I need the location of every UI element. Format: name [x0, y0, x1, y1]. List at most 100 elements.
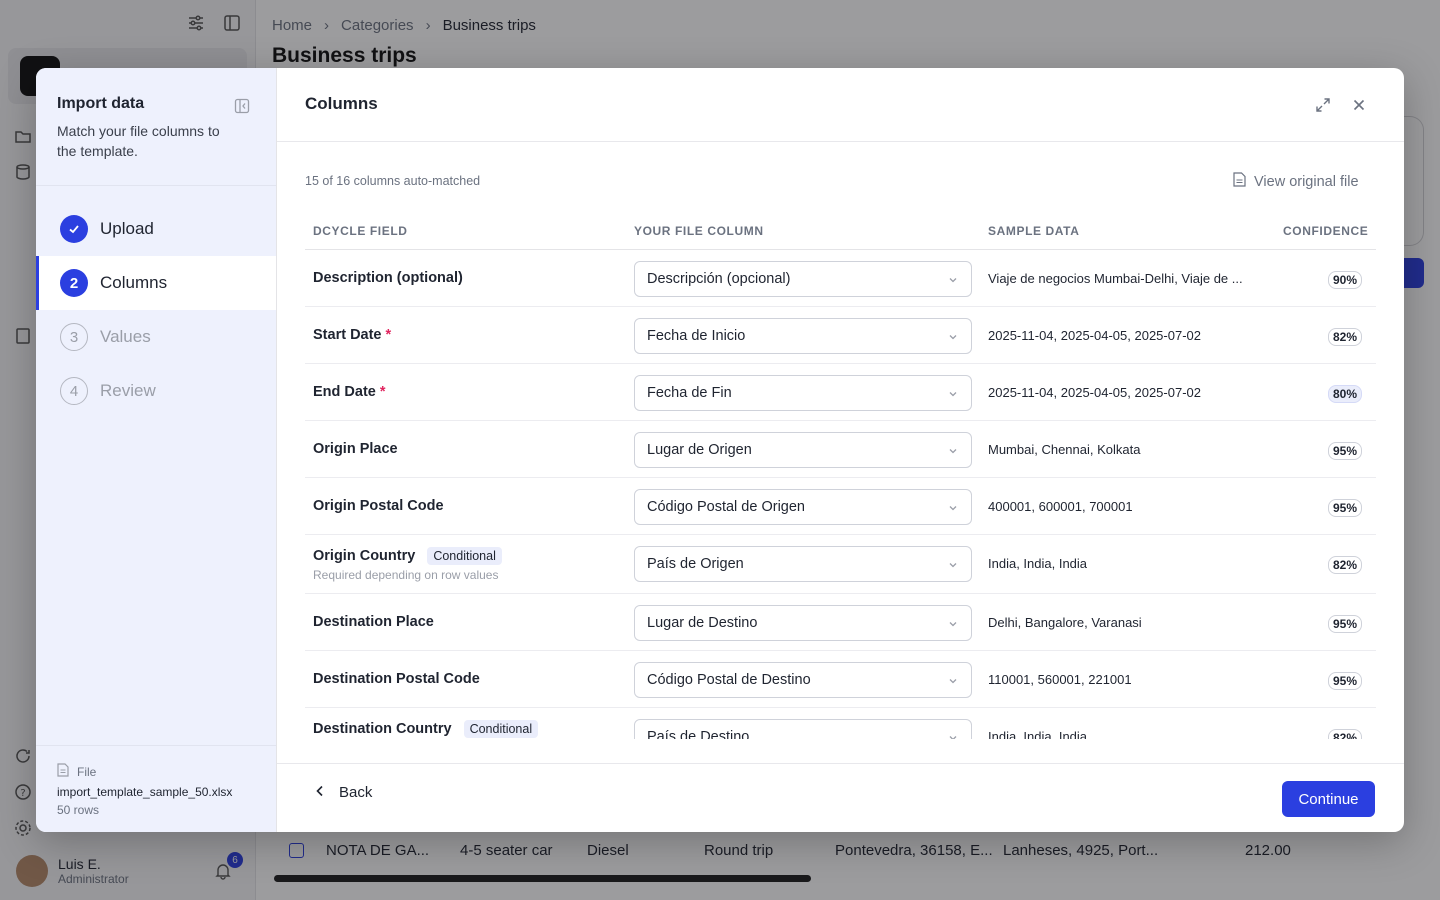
step-label: Columns — [100, 273, 168, 292]
step-columns[interactable]: 2 Columns — [36, 256, 276, 310]
modal-footer: Back Continue — [277, 763, 1404, 832]
continue-button[interactable]: Continue — [1282, 781, 1375, 817]
confidence-badge: 90% — [1328, 271, 1363, 289]
import-modal: Import data Match your file columns to t… — [36, 68, 1404, 832]
document-icon — [1233, 172, 1246, 191]
step-values: 3 Values — [36, 310, 276, 364]
confidence-badge: 95% — [1328, 615, 1363, 633]
table-row: Description (optional) Descripción (opci… — [305, 250, 1376, 307]
table-row: End Date * Fecha de Fin 2025-11-04, 2025-… — [305, 364, 1376, 421]
check-icon — [60, 215, 88, 243]
table-row: Destination Place Lugar de Destino Delhi… — [305, 594, 1376, 651]
chevron-down-icon — [947, 388, 959, 400]
file-column-select[interactable]: Descripción (opcional) — [634, 261, 972, 297]
field-name: Destination Postal Code — [313, 671, 480, 687]
confidence-badge: 95% — [1328, 672, 1363, 690]
file-column-select[interactable]: Lugar de Destino — [634, 605, 972, 641]
field-name: Description (optional) — [313, 270, 463, 286]
chevron-down-icon — [947, 732, 959, 739]
table-row: Origin Country Conditional Required depen… — [305, 535, 1376, 594]
table-row: Origin Place Lugar de Origen Mumbai, Che… — [305, 421, 1376, 478]
confidence-badge: 80% — [1328, 385, 1363, 403]
sample-data: 2025-11-04, 2025-04-05, 2025-07-02 — [988, 328, 1201, 343]
file-rows: 50 rows — [57, 803, 100, 817]
file-name: import_template_sample_50.xlsx — [57, 785, 233, 799]
field-name: Origin Country Conditional — [313, 547, 502, 565]
table-row: Start Date * Fecha de Inicio 2025-11-04, … — [305, 307, 1376, 364]
chevron-down-icon — [947, 274, 959, 286]
file-icon — [57, 763, 69, 780]
wizard-steps: Upload 2 Columns 3 Values 4 Review — [36, 186, 276, 418]
file-column-select[interactable]: Lugar de Origen — [634, 432, 972, 468]
file-info: File import_template_sample_50.xlsx 50 r… — [36, 745, 276, 832]
import-wizard-sidebar: Import data Match your file columns to t… — [36, 68, 277, 832]
sample-data: India, India, India — [988, 556, 1088, 571]
required-marker: * — [379, 384, 386, 400]
conditional-badge: Conditional — [463, 720, 539, 738]
file-label: File — [77, 764, 97, 779]
sample-data: India, India, India — [988, 729, 1088, 739]
confidence-badge: 82% — [1328, 556, 1363, 574]
required-marker: * — [385, 327, 392, 343]
file-column-select[interactable]: Fecha de Inicio — [634, 318, 972, 354]
chevron-down-icon — [947, 618, 959, 630]
step-label: Values — [100, 327, 151, 346]
wizard-title: Import data — [57, 95, 145, 112]
field-name: End Date * — [313, 384, 386, 400]
wizard-subtitle: Match your file columns to the template. — [57, 123, 220, 159]
back-button[interactable]: Back — [315, 784, 372, 801]
file-column-select[interactable]: País de Origen — [634, 546, 972, 582]
header-file-column: YOUR FILE COLUMN — [634, 224, 764, 238]
collapse-panel-icon[interactable] — [234, 98, 250, 114]
columns-panel: Columns 15 of 16 columns auto-matched Vi… — [277, 68, 1404, 832]
view-original-file-link[interactable]: View original file — [1233, 172, 1359, 191]
step-label: Review — [100, 381, 156, 400]
auto-matched-summary: 15 of 16 columns auto-matched — [305, 174, 481, 188]
file-column-select[interactable]: Código Postal de Origen — [634, 489, 972, 525]
sample-data: 2025-11-04, 2025-04-05, 2025-07-02 — [988, 385, 1201, 400]
table-row: Origin Postal Code Código Postal de Orig… — [305, 478, 1376, 535]
conditional-badge: Conditional — [427, 547, 502, 565]
field-name: Destination Place — [313, 614, 434, 630]
sample-data: Mumbai, Chennai, Kolkata — [988, 442, 1141, 457]
chevron-down-icon — [947, 675, 959, 687]
sample-data: 110001, 560001, 221001 — [988, 672, 1132, 687]
field-name: Destination Country Conditional — [313, 720, 539, 738]
chevron-down-icon — [947, 445, 959, 457]
file-column-select[interactable]: Código Postal de Destino — [634, 662, 972, 698]
step-review: 4 Review — [36, 364, 276, 418]
chevron-down-icon — [947, 559, 959, 571]
field-name: Origin Postal Code — [313, 498, 444, 514]
chevron-down-icon — [947, 331, 959, 343]
sample-data: 400001, 600001, 700001 — [988, 499, 1133, 514]
table-row: Destination Postal Code Código Postal de… — [305, 651, 1376, 708]
header-sample-data: SAMPLE DATA — [988, 224, 1080, 238]
field-name: Start Date * — [313, 327, 392, 343]
view-original-file-label: View original file — [1254, 173, 1359, 190]
step-number: 3 — [60, 323, 88, 351]
file-column-select[interactable]: País de Destino — [634, 719, 972, 739]
confidence-badge: 82% — [1328, 729, 1363, 739]
back-label: Back — [339, 784, 373, 801]
field-name: Origin Place — [313, 441, 398, 457]
table-header: DCYCLE FIELD YOUR FILE COLUMN SAMPLE DAT… — [305, 212, 1376, 250]
expand-icon[interactable] — [1315, 97, 1331, 113]
chevron-down-icon — [947, 502, 959, 514]
sample-data: Viaje de negocios Mumbai-Delhi, Viaje de… — [988, 271, 1243, 286]
field-hint: Required depending on row values — [313, 568, 499, 582]
chevron-left-icon — [315, 784, 325, 801]
confidence-badge: 95% — [1328, 499, 1363, 517]
step-upload[interactable]: Upload — [36, 202, 276, 256]
step-label: Upload — [100, 219, 154, 238]
close-icon[interactable] — [1351, 97, 1367, 113]
sample-data: Delhi, Bangalore, Varanasi — [988, 615, 1142, 630]
file-column-select[interactable]: Fecha de Fin — [634, 375, 972, 411]
confidence-badge: 82% — [1328, 328, 1363, 346]
confidence-badge: 95% — [1328, 442, 1363, 460]
panel-title: Columns — [305, 94, 378, 113]
header-confidence: CONFIDENCE — [1283, 224, 1369, 238]
step-number: 2 — [60, 269, 88, 297]
header-field: DCYCLE FIELD — [313, 224, 408, 238]
table-row: Destination Country Conditional País de D… — [305, 708, 1376, 739]
step-number: 4 — [60, 377, 88, 405]
